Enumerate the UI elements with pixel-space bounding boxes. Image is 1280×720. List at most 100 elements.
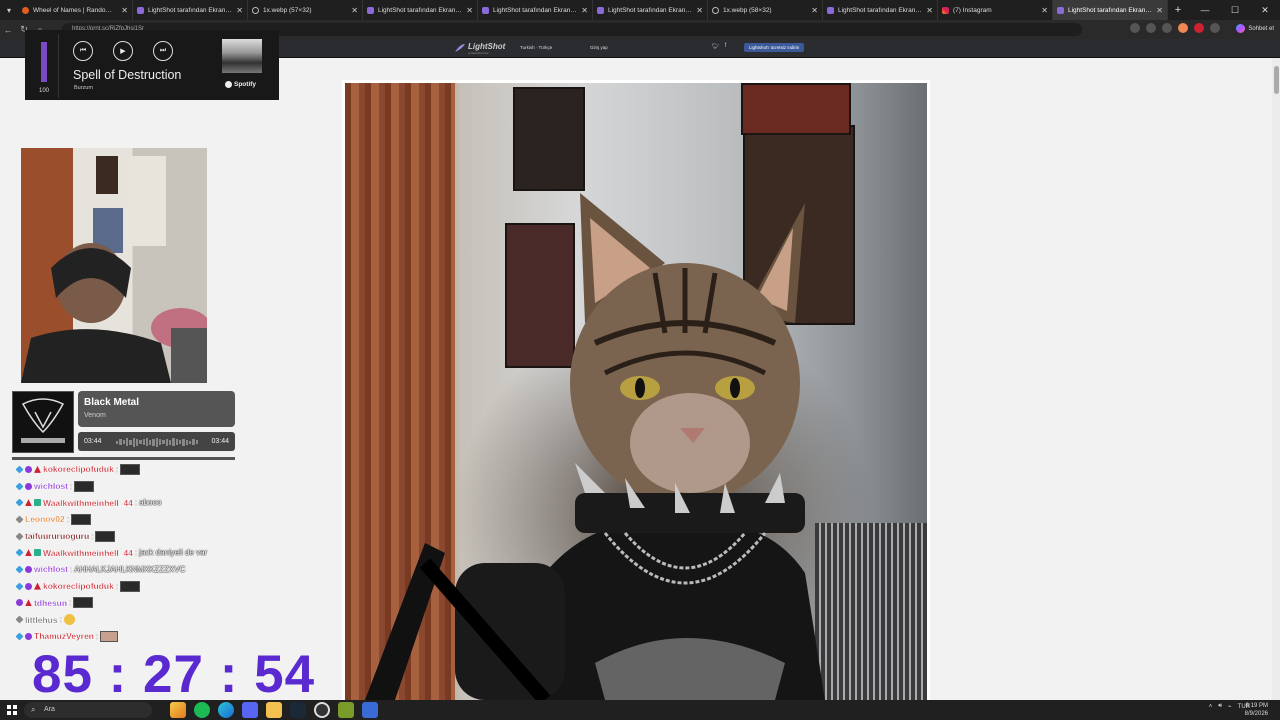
settings-menu-icon[interactable]	[1210, 23, 1220, 33]
chat-badge-icon	[25, 549, 32, 557]
minimize-icon[interactable]: —	[1190, 0, 1220, 20]
chat-text: AHHALKJAHLKNMXKZZZXVC	[74, 564, 186, 574]
previous-track-icon[interactable]: ⏮	[73, 41, 93, 61]
close-tab-icon[interactable]: ✕	[696, 6, 703, 15]
chat-username[interactable]: taifuururuoguru	[25, 531, 90, 541]
close-tab-icon[interactable]: ✕	[811, 6, 818, 15]
lightshot-taskbar-icon[interactable]	[338, 702, 354, 718]
browser-tab[interactable]: (7) Instagram ✕	[938, 0, 1053, 20]
close-tab-icon[interactable]: ✕	[236, 6, 243, 15]
taskbar-clock[interactable]: 6:19 PM 8/9/2026	[1245, 702, 1268, 718]
close-tab-icon[interactable]: ✕	[351, 6, 358, 15]
now-playing-info: Black Metal Venom	[78, 391, 235, 427]
close-tab-icon[interactable]: ✕	[926, 6, 933, 15]
browser-tab[interactable]: Wheel of Names | Random name picker ✕	[18, 0, 133, 20]
maximize-icon[interactable]: ☐	[1220, 0, 1250, 20]
close-tab-icon[interactable]: ✕	[581, 6, 588, 15]
chat-emote-icon	[70, 513, 91, 525]
volume-bar[interactable]	[41, 42, 47, 82]
adblock-icon[interactable]	[1194, 23, 1204, 33]
chat-username[interactable]: Leonov02	[25, 514, 65, 524]
edge-taskbar-icon[interactable]	[218, 702, 234, 718]
waveform-bar	[178, 440, 182, 444]
discord-taskbar-icon[interactable]	[242, 702, 258, 718]
cat-photo[interactable]	[345, 83, 927, 700]
browser-tab[interactable]: LightShot tarafından Ekran Görüntüsü✕	[133, 0, 248, 20]
play-icon[interactable]: ▶	[113, 41, 133, 61]
back-arrow-icon[interactable]: ←	[0, 25, 16, 35]
chat-message: taifuururuoguru:	[15, 528, 246, 545]
chat-badge-icon	[15, 482, 24, 490]
chat-separator: :	[115, 464, 119, 474]
browser-tab[interactable]: LightShot tarafından Ekran Görüntüsü✕	[823, 0, 938, 20]
taskbar-search[interactable]: ⌕ Ara	[24, 702, 152, 718]
obs-taskbar-icon[interactable]	[314, 702, 330, 718]
steam-taskbar-icon[interactable]	[290, 702, 306, 718]
chat-username[interactable]: littlehus	[25, 614, 58, 624]
zoom-icon[interactable]	[1146, 23, 1156, 33]
lightshot-logo[interactable]: LightShot screenshot tool	[468, 42, 505, 55]
chat-username[interactable]: tdhesun	[34, 598, 67, 608]
close-window-icon[interactable]: ✕	[1250, 0, 1280, 20]
network-icon[interactable]: ⌁	[1228, 703, 1232, 710]
chat-username[interactable]: Waalkwithmeinhell_44	[43, 498, 133, 508]
favorite-star-icon[interactable]	[1162, 23, 1172, 33]
scrollbar-thumb[interactable]	[1274, 66, 1279, 94]
chat-badge-icon	[25, 499, 32, 507]
download-button[interactable]: Lightshot'ı ücretsiz indirin	[744, 43, 805, 52]
waveform-bar	[165, 438, 168, 446]
start-button[interactable]	[0, 700, 24, 720]
file-explorer-icon[interactable]	[266, 702, 282, 718]
browser-tab[interactable]: LightShot tarafından Ekran Görüntüsü✕	[1053, 0, 1168, 20]
next-track-icon[interactable]: ⏭	[153, 41, 173, 61]
lightshot-icon	[1057, 6, 1064, 14]
chat-separator: :	[96, 631, 99, 641]
tab-actions-menu-icon[interactable]: ▾	[0, 0, 18, 20]
browser-tab[interactable]: LightShot tarafından Ekran Görüntüsü✕	[363, 0, 478, 20]
spotify-taskbar-icon[interactable]	[194, 702, 210, 718]
chat-username[interactable]: kokoreclipofuduk	[43, 464, 114, 474]
chat-username[interactable]: wichlost	[34, 481, 68, 491]
close-tab-icon[interactable]: ✕	[121, 6, 128, 15]
tab-strip: Wheel of Names | Random name picker✕Ligh…	[18, 0, 1168, 20]
language-selector[interactable]: Turkish · Türkçe	[520, 45, 552, 50]
waveform-bar	[125, 438, 129, 446]
login-link[interactable]: Giriş yap	[590, 45, 608, 50]
page-scrollbar[interactable]	[1272, 58, 1280, 700]
waveform-bar	[159, 439, 162, 445]
tray-overflow-icon[interactable]: ˄	[1209, 704, 1213, 710]
chat-username[interactable]: kokoreclipofuduk	[43, 581, 114, 591]
calculator-taskbar-icon[interactable]	[362, 702, 378, 718]
new-tab-button[interactable]: +	[1168, 4, 1188, 16]
browser-tab[interactable]: LightShot tarafından Ekran Görüntüsü✕	[593, 0, 708, 20]
browser-tab[interactable]: LightShot tarafından Ekran Görüntüsü✕	[478, 0, 593, 20]
copilot-taskbar-icon[interactable]	[170, 702, 186, 718]
waveform-bar	[185, 439, 188, 445]
extension-icon[interactable]	[1130, 23, 1140, 33]
close-tab-icon[interactable]: ✕	[1156, 6, 1163, 15]
close-tab-icon[interactable]: ✕	[1041, 6, 1048, 15]
now-playing-total-time: 03:44	[211, 438, 229, 445]
browser-tab[interactable]: 1x.webp (57×32) ✕	[248, 0, 363, 20]
copilot-button[interactable]: Sohbet et	[1236, 24, 1274, 33]
taskbar-apps	[170, 702, 378, 718]
chat-text: jack daniyeli de var	[139, 548, 208, 558]
waveform-bar	[116, 440, 119, 444]
chat-username[interactable]: Waalkwithmeinhell_44	[43, 548, 133, 558]
volume-meter: 100	[29, 34, 59, 98]
chat-badge-icon	[25, 582, 32, 590]
brave-extension-icon[interactable]	[1178, 23, 1188, 33]
twitter-icon[interactable]: 🐦︎	[712, 43, 720, 50]
waveform-bar	[192, 439, 195, 445]
speaker-icon[interactable]: 🔊︎	[1218, 703, 1222, 710]
chat-username[interactable]: ThamuzVeyren	[34, 631, 94, 641]
chat-username[interactable]: wichlost	[34, 564, 68, 574]
waveform-bar	[145, 438, 149, 446]
chat-separator: :	[70, 564, 73, 574]
browser-tab[interactable]: 1x.webp (58×32) ✕	[708, 0, 823, 20]
browser-tab-bar: ▾ Wheel of Names | Random name picker✕Li…	[0, 0, 1280, 20]
facebook-icon[interactable]: f	[725, 43, 727, 50]
close-tab-icon[interactable]: ✕	[466, 6, 473, 15]
lightshot-icon	[137, 6, 144, 14]
spotify-logo: Spotify	[225, 81, 256, 88]
